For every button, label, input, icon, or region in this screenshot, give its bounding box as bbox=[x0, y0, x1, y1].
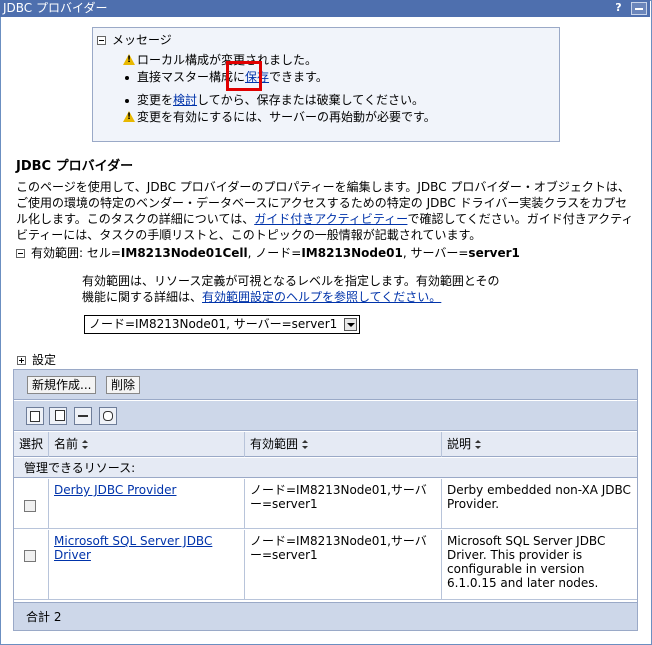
message-text: 変更を bbox=[137, 93, 174, 107]
select-cell bbox=[14, 530, 49, 599]
scope-node: IM8213Node01 bbox=[301, 246, 403, 260]
message-text: できます。 bbox=[269, 70, 328, 84]
delete-button[interactable]: 削除 bbox=[106, 376, 141, 394]
scope-server-label: , サーバー= bbox=[402, 246, 469, 260]
description-cell: Microsoft SQL Server JDBC Driver. This p… bbox=[447, 534, 606, 590]
message-box: メッセージ ローカル構成が変更されました。 直接マスター構成に保存できます。 変… bbox=[92, 27, 560, 142]
highlight-box bbox=[226, 61, 262, 91]
header-select: 選択 bbox=[14, 432, 49, 457]
row-checkbox[interactable] bbox=[24, 500, 36, 512]
sort-icon[interactable] bbox=[82, 440, 89, 449]
message-header-label: メッセージ bbox=[112, 33, 172, 47]
chevron-down-icon[interactable] bbox=[344, 318, 357, 331]
header-scope-label: 有効範囲 bbox=[250, 437, 299, 451]
message-line-changed: ローカル構成が変更されました。 bbox=[123, 51, 317, 68]
guided-activity-link[interactable]: ガイド付きアクティビティー bbox=[254, 212, 407, 226]
title-bar: JDBC プロバイダー ? bbox=[0, 0, 650, 17]
settings-header[interactable]: 設定 bbox=[17, 351, 56, 368]
scope-label: 有効範囲: セル= bbox=[31, 246, 121, 260]
settings-label: 設定 bbox=[32, 353, 57, 367]
bullet-icon bbox=[125, 75, 129, 80]
icon-bar bbox=[14, 401, 637, 431]
select-cell bbox=[14, 479, 49, 528]
group-row: 管理できるリソース: bbox=[14, 458, 637, 478]
message-header[interactable]: メッセージ bbox=[97, 31, 172, 48]
warning-icon bbox=[123, 54, 135, 65]
scope-cell: ノード=IM8213Node01,サーバー=server1 bbox=[245, 530, 442, 599]
help-icon[interactable]: ? bbox=[611, 1, 626, 15]
select-all-icon[interactable] bbox=[26, 407, 44, 425]
table-header: 選択 名前 有効範囲 説明 bbox=[14, 432, 637, 457]
button-bar: 新規作成... 削除 bbox=[14, 370, 637, 400]
scope-cell: IM8213Node01Cell bbox=[120, 246, 248, 260]
message-line-restart: 変更を有効にするには、サーバーの再始動が必要です。 bbox=[123, 108, 436, 125]
new-button[interactable]: 新規作成... bbox=[27, 376, 97, 394]
header-description[interactable]: 説明 bbox=[442, 432, 637, 457]
deselect-all-icon[interactable] bbox=[49, 407, 67, 425]
sort-icon[interactable] bbox=[475, 440, 482, 449]
window-title: JDBC プロバイダー bbox=[3, 1, 108, 15]
scope-help-link[interactable]: 有効範囲設定のヘルプを参照してください。 bbox=[202, 290, 441, 304]
provider-link[interactable]: Microsoft SQL Server JDBC Driver bbox=[54, 534, 212, 562]
row-checkbox[interactable] bbox=[24, 550, 36, 562]
scope-cell: ノード=IM8213Node01,サーバー=server1 bbox=[245, 479, 442, 528]
table-row: Microsoft SQL Server JDBC Driver ノード=IM8… bbox=[14, 530, 637, 600]
provider-link[interactable]: Derby JDBC Provider bbox=[54, 483, 177, 497]
message-text: してから、保存または破棄してください。 bbox=[197, 93, 424, 107]
providers-table: 新規作成... 削除 選択 名前 有効範囲 説明 管理できるリソース: Derb… bbox=[13, 369, 638, 631]
scope-node-label: , ノード= bbox=[247, 246, 302, 260]
scope-header[interactable]: 有効範囲: セル=IM8213Node01Cell, ノード=IM8213Nod… bbox=[16, 244, 520, 261]
table-row: Derby JDBC Provider ノード=IM8213Node01,サーバ… bbox=[14, 479, 637, 529]
header-name[interactable]: 名前 bbox=[49, 432, 245, 457]
filter-icon[interactable] bbox=[74, 407, 92, 425]
bullet-icon bbox=[125, 98, 129, 103]
collapse-icon[interactable] bbox=[97, 36, 106, 45]
header-desc-label: 説明 bbox=[447, 437, 472, 451]
name-cell: Derby JDBC Provider bbox=[49, 479, 245, 528]
page-title: JDBC プロバイダー bbox=[16, 159, 134, 174]
header-name-label: 名前 bbox=[54, 437, 79, 451]
name-cell: Microsoft SQL Server JDBC Driver bbox=[49, 530, 245, 599]
scope-select-value: ノード=IM8213Node01, サーバー=server1 bbox=[89, 317, 338, 331]
scope-server: server1 bbox=[468, 246, 520, 260]
scope-select[interactable]: ノード=IM8213Node01, サーバー=server1 bbox=[84, 315, 360, 334]
sort-icon[interactable] bbox=[302, 440, 309, 449]
scope-help: 有効範囲は、リソース定義が可視となるレベルを指定します。有効範囲とその機能に関す… bbox=[82, 273, 502, 305]
minimize-icon[interactable] bbox=[631, 2, 647, 15]
header-scope[interactable]: 有効範囲 bbox=[245, 432, 442, 457]
message-text: 変更を有効にするには、サーバーの再始動が必要です。 bbox=[137, 110, 436, 124]
expand-icon[interactable] bbox=[17, 356, 26, 365]
page-description: このページを使用して、JDBC プロバイダーのプロパティーを編集します。JDBC… bbox=[16, 179, 636, 243]
preferences-icon[interactable] bbox=[99, 407, 117, 425]
review-link[interactable]: 検討 bbox=[173, 93, 197, 107]
message-line-review: 変更を検討してから、保存または破棄してください。 bbox=[125, 91, 424, 108]
description-cell: Derby embedded non-XA JDBC Provider. bbox=[447, 483, 631, 511]
warning-icon bbox=[123, 111, 135, 122]
collapse-icon[interactable] bbox=[16, 249, 25, 258]
table-total: 合計 2 bbox=[14, 602, 637, 630]
